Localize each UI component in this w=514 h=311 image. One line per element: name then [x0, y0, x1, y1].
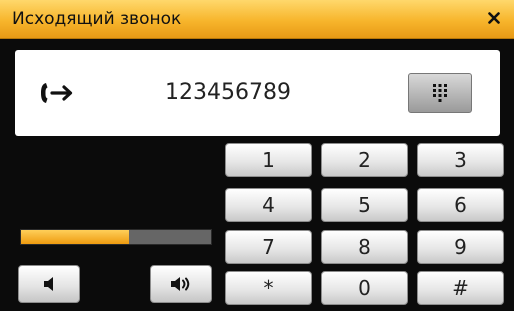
keypad-icon: [433, 84, 447, 102]
key-8[interactable]: 8: [321, 230, 408, 264]
volume-level-fill: [21, 230, 130, 244]
call-window: Исходящий звонок 123456789 1 2 3 4 5 6 7…: [0, 0, 514, 311]
key-1[interactable]: 1: [225, 143, 312, 177]
close-button[interactable]: [484, 8, 504, 28]
key-hash[interactable]: #: [417, 271, 504, 305]
volume-up-icon: [171, 277, 190, 291]
volume-down-button[interactable]: [18, 265, 80, 303]
call-info-panel: 123456789: [15, 50, 500, 136]
key-9[interactable]: 9: [417, 230, 504, 264]
key-5[interactable]: 5: [321, 188, 408, 222]
key-4[interactable]: 4: [225, 188, 312, 222]
title-bar: Исходящий звонок: [0, 0, 514, 39]
volume-up-button[interactable]: [150, 265, 212, 303]
keypad-toggle-button[interactable]: [408, 73, 472, 113]
key-7[interactable]: 7: [225, 230, 312, 264]
volume-down-icon: [44, 277, 53, 291]
window-title: Исходящий звонок: [12, 9, 182, 29]
key-3[interactable]: 3: [417, 143, 504, 177]
key-6[interactable]: 6: [417, 188, 504, 222]
outgoing-call-icon: [41, 83, 73, 103]
key-0[interactable]: 0: [321, 271, 408, 305]
volume-slider[interactable]: [20, 229, 212, 245]
phone-number: 123456789: [165, 80, 291, 105]
key-star[interactable]: *: [225, 271, 312, 305]
close-icon: [488, 12, 500, 24]
key-2[interactable]: 2: [321, 143, 408, 177]
